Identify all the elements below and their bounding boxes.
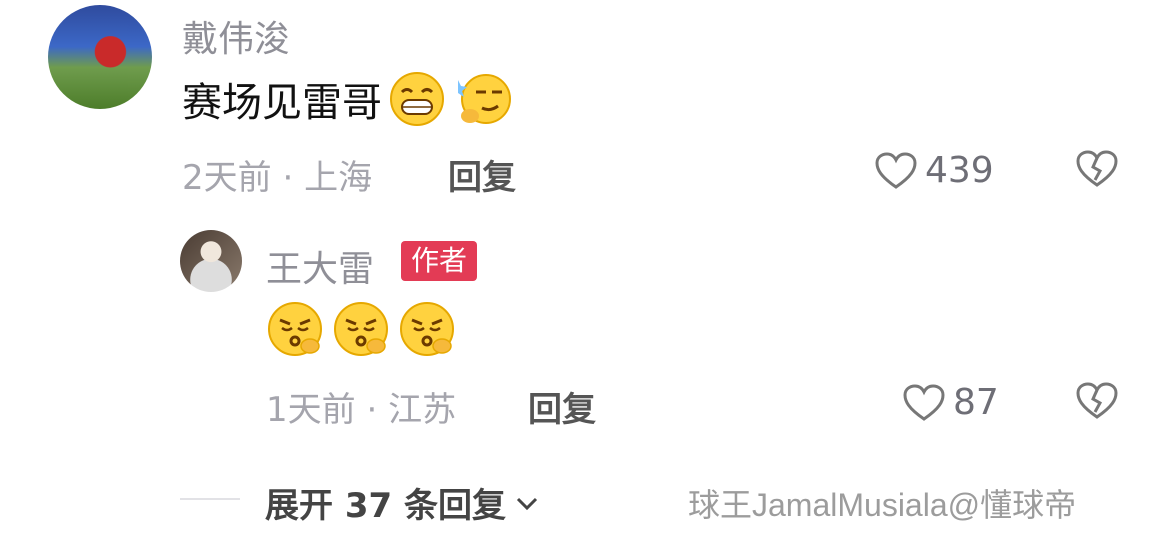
like-button[interactable]: 439	[875, 150, 994, 191]
grin-emoji-icon	[388, 70, 446, 128]
reply-meta: 1天前 · 江苏	[266, 382, 456, 431]
divider-line	[180, 498, 240, 500]
author-badge: 作者	[401, 241, 478, 281]
like-count: 439	[925, 150, 994, 191]
reply-emojis	[266, 300, 456, 358]
broken-heart-icon	[1076, 382, 1118, 419]
comment-location: 上海	[304, 158, 373, 198]
reply-reply-button[interactable]: 回复	[528, 382, 596, 431]
expand-replies-label: 展开 37 条回复	[265, 486, 506, 526]
broken-heart-icon	[1076, 150, 1118, 187]
avatar[interactable]	[48, 5, 152, 109]
heart-icon	[903, 383, 945, 421]
kissy-emoji-icon	[266, 300, 324, 358]
reply-button[interactable]: 回复	[448, 150, 516, 199]
comment-time: 2天前	[182, 158, 272, 198]
username[interactable]: 戴伟浚	[182, 10, 290, 62]
comment-text: 赛场见雷哥	[182, 80, 382, 126]
reply-like-button[interactable]: 87	[903, 382, 999, 423]
reply-username[interactable]: 王大雷	[266, 240, 374, 292]
comment-meta: 2天前 · 上海	[182, 150, 372, 199]
dot-separator: ·	[282, 158, 305, 198]
heart-icon	[875, 151, 917, 189]
reply-like-count: 87	[953, 382, 999, 423]
dislike-button[interactable]	[1076, 150, 1118, 192]
reply-location: 江苏	[388, 390, 457, 430]
dot-separator: ·	[366, 390, 389, 430]
kissy-emoji-icon	[332, 300, 390, 358]
reply-time: 1天前	[266, 390, 356, 430]
reply-dislike-button[interactable]	[1076, 382, 1118, 424]
chevron-down-icon	[516, 497, 538, 510]
reply-avatar[interactable]	[180, 230, 242, 292]
watermark: 球王JamalMusiala@懂球帝	[688, 487, 1077, 523]
expand-replies-button[interactable]: 展开 37 条回复	[265, 478, 542, 527]
kissy-emoji-icon	[398, 300, 456, 358]
thinking-smug-emoji-icon	[452, 70, 514, 128]
